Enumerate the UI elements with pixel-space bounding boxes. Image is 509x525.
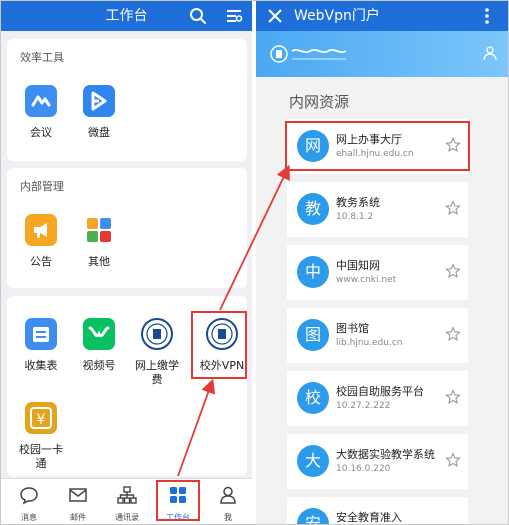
megaphone-icon bbox=[25, 214, 57, 246]
section-title: 效率工具 bbox=[20, 51, 64, 64]
star-icon[interactable] bbox=[445, 452, 461, 468]
resource-avatar: 图 bbox=[297, 319, 329, 351]
tab-label: 我 bbox=[224, 513, 232, 522]
school-emblem-icon bbox=[141, 318, 173, 350]
app-channels[interactable]: 视频号 bbox=[71, 318, 127, 373]
resource-url: 10.16.0.220 bbox=[336, 464, 391, 474]
school-logo-icon bbox=[270, 45, 347, 63]
channels-icon bbox=[83, 318, 115, 350]
meeting-icon bbox=[25, 85, 57, 117]
contacts-icon bbox=[117, 486, 137, 504]
tab-mail[interactable]: 邮件 bbox=[58, 485, 98, 523]
app-others[interactable]: 其他 bbox=[71, 214, 127, 269]
resource-avatar: 大 bbox=[297, 445, 329, 477]
resource-name: 安全教育准入 bbox=[336, 511, 402, 524]
resource-name: 图书馆 bbox=[336, 322, 369, 335]
tab-label: 通讯录 bbox=[115, 513, 139, 522]
star-icon[interactable] bbox=[445, 263, 461, 279]
resource-item[interactable]: 大 大数据实验教学系统 10.16.0.220 bbox=[287, 434, 468, 489]
efficiency-tools-card: 效率工具 会议 微盘 bbox=[7, 39, 247, 161]
app-online-tuition[interactable]: 网上缴学费 bbox=[129, 318, 185, 387]
internal-management-card: 内部管理 公告 其他 bbox=[7, 168, 247, 288]
person-icon bbox=[220, 486, 236, 504]
close-icon[interactable] bbox=[265, 6, 285, 26]
app-label: 微盘 bbox=[88, 126, 110, 139]
page-title: 工作台 bbox=[105, 8, 148, 24]
app-label: 其他 bbox=[88, 255, 110, 268]
section-title: 内网资源 bbox=[289, 93, 350, 111]
app-campus-card[interactable]: ¥ 校园一卡通 bbox=[13, 402, 69, 471]
app-label: 收集表 bbox=[24, 359, 58, 372]
resource-name: 大数据实验教学系统 bbox=[336, 448, 435, 461]
ehall-highlight-box bbox=[285, 121, 470, 171]
star-icon[interactable] bbox=[445, 200, 461, 216]
webvpn-portal-screen: WebVpn门户 内网资源 网 网上办事大厅 ehall.hjnu.edu.cn… bbox=[256, 1, 508, 524]
vpn-highlight-box bbox=[191, 311, 247, 379]
section-title: 内部管理 bbox=[20, 180, 64, 193]
app-cloud-disk[interactable]: 微盘 bbox=[71, 85, 127, 140]
app-form-collector[interactable]: 收集表 bbox=[13, 318, 69, 373]
workbench-header: 工作台 bbox=[1, 1, 252, 31]
app-label: 网上缴学费 bbox=[135, 359, 179, 386]
resource-name: 中国知网 bbox=[336, 259, 380, 272]
yuan-coin-icon: ¥ bbox=[25, 402, 57, 434]
resource-avatar: 中 bbox=[297, 256, 329, 288]
resource-avatar: 教 bbox=[297, 193, 329, 225]
tab-label: 消息 bbox=[21, 513, 37, 522]
tab-messages[interactable]: 消息 bbox=[9, 485, 49, 523]
resource-avatar: 校 bbox=[297, 382, 329, 414]
app-meeting[interactable]: 会议 bbox=[13, 85, 69, 140]
app-label: 视频号 bbox=[82, 359, 116, 372]
app-label: 会议 bbox=[30, 126, 52, 139]
resource-url: 10.8.1.2 bbox=[336, 212, 374, 222]
tab-contacts[interactable]: 通讯录 bbox=[107, 485, 147, 523]
form-icon bbox=[25, 318, 57, 350]
resource-url: 10.27.2.222 bbox=[336, 401, 391, 411]
portal-header: WebVpn门户 bbox=[256, 1, 508, 31]
app-label: 公告 bbox=[30, 255, 52, 268]
resource-avatar: 安 bbox=[297, 508, 329, 524]
resource-item[interactable]: 中 中国知网 www.cnki.net bbox=[287, 245, 468, 300]
resource-item[interactable]: 校 校园自助服务平台 10.27.2.222 bbox=[287, 371, 468, 426]
bottom-tabbar: 消息 邮件 通讯录 工作台 我 bbox=[1, 478, 252, 524]
resource-name: 教务系统 bbox=[336, 196, 380, 209]
cloud-disk-icon bbox=[83, 85, 115, 117]
more-vertical-icon[interactable] bbox=[482, 6, 492, 26]
app-label: 校园一卡通 bbox=[19, 443, 63, 470]
star-icon[interactable] bbox=[445, 326, 461, 342]
workbench-screen: 工作台 效率工具 会议 微盘 内部管理 公告 其他 收集表 视频号 网上缴学 费… bbox=[1, 1, 252, 524]
resource-url: www.cnki.net bbox=[336, 275, 397, 285]
resource-item[interactable]: 图 图书馆 lib.hjnu.edu.cn bbox=[287, 308, 468, 363]
resource-item[interactable]: 安 安全教育准入 bbox=[287, 497, 468, 524]
app-announcement[interactable]: 公告 bbox=[13, 214, 69, 269]
portal-banner bbox=[256, 31, 508, 77]
filter-settings-icon[interactable] bbox=[225, 7, 243, 25]
tab-label: 邮件 bbox=[70, 513, 86, 522]
resource-name: 校园自助服务平台 bbox=[336, 385, 424, 398]
search-icon[interactable] bbox=[189, 7, 207, 25]
svg-text:¥: ¥ bbox=[37, 412, 46, 428]
user-icon[interactable] bbox=[482, 45, 498, 61]
workbench-tab-highlight-box bbox=[156, 480, 200, 521]
tab-me[interactable]: 我 bbox=[208, 485, 248, 523]
resource-url: lib.hjnu.edu.cn bbox=[336, 338, 403, 348]
mail-icon bbox=[69, 488, 87, 502]
chat-icon bbox=[20, 487, 38, 505]
resource-item[interactable]: 教 教务系统 10.8.1.2 bbox=[287, 182, 468, 237]
page-title: WebVpn门户 bbox=[294, 8, 380, 24]
star-icon[interactable] bbox=[445, 389, 461, 405]
colorful-grid-icon bbox=[83, 214, 115, 246]
